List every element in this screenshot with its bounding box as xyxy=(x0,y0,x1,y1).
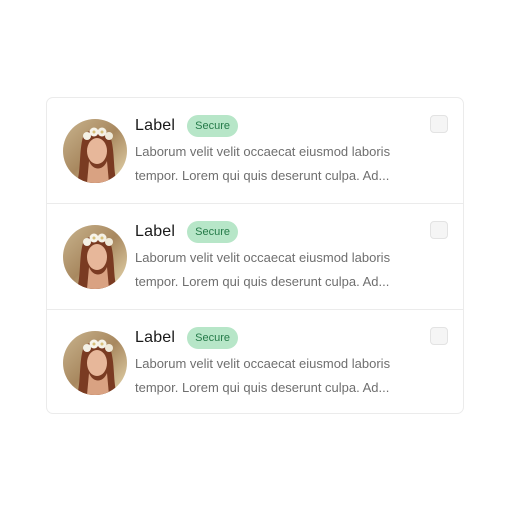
status-badge: Secure xyxy=(187,221,239,243)
description-line: tempor. Lorem qui quis deserunt culpa. A… xyxy=(135,380,390,395)
list-item[interactable]: Label Secure Laborum velit velit occaeca… xyxy=(47,310,463,413)
item-checkbox[interactable] xyxy=(430,327,448,345)
avatar xyxy=(63,331,127,395)
list-item[interactable]: Label Secure Laborum velit velit occaeca… xyxy=(47,98,463,204)
description-line: tempor. Lorem qui quis deserunt culpa. A… xyxy=(135,168,390,183)
item-description: Laborum velit velit occaecat eiusmod lab… xyxy=(135,246,411,294)
item-checkbox[interactable] xyxy=(430,115,448,133)
avatar xyxy=(63,119,127,183)
list-item[interactable]: Label Secure Laborum velit velit occaeca… xyxy=(47,204,463,310)
item-title-line: Label Secure xyxy=(135,325,239,351)
avatar-photo-image xyxy=(63,225,127,289)
item-label: Label xyxy=(135,329,176,346)
avatar xyxy=(63,225,127,289)
description-line: Laborum velit velit occaecat eiusmod lab… xyxy=(135,356,391,371)
avatar-photo-image xyxy=(63,119,127,183)
description-line: Laborum velit velit occaecat eiusmod lab… xyxy=(135,144,391,159)
item-checkbox[interactable] xyxy=(430,221,448,239)
item-title-line: Label Secure xyxy=(135,113,239,139)
item-label: Label xyxy=(135,117,176,134)
item-title-line: Label Secure xyxy=(135,219,239,245)
list-card: Label Secure Laborum velit velit occaeca… xyxy=(46,97,464,414)
item-label: Label xyxy=(135,223,176,240)
item-description: Laborum velit velit occaecat eiusmod lab… xyxy=(135,140,411,188)
status-badge: Secure xyxy=(187,327,239,349)
item-description: Laborum velit velit occaecat eiusmod lab… xyxy=(135,352,411,400)
avatar-photo-image xyxy=(63,331,127,395)
description-line: tempor. Lorem qui quis deserunt culpa. A… xyxy=(135,274,390,289)
description-line: Laborum velit velit occaecat eiusmod lab… xyxy=(135,250,391,265)
status-badge: Secure xyxy=(187,115,239,137)
